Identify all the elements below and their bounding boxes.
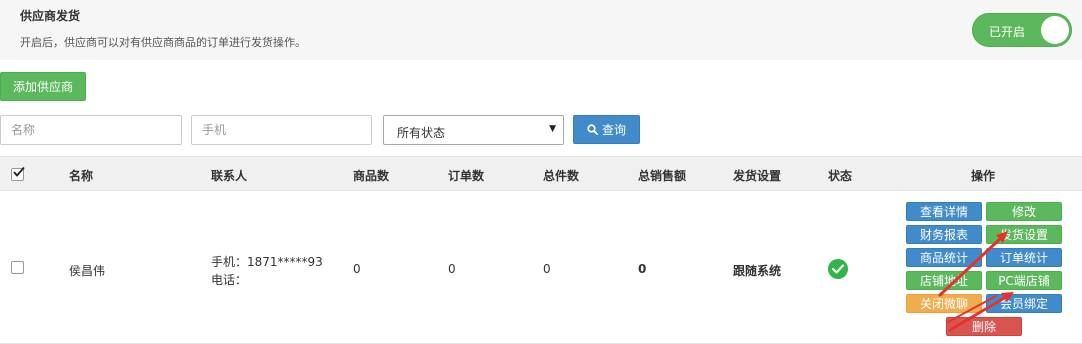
delete-button[interactable]: 删除	[946, 317, 1022, 336]
column-name: 名称	[69, 169, 94, 183]
column-sales: 总销售额	[638, 169, 687, 183]
shipping-toggle[interactable]: 已开启	[972, 13, 1072, 47]
column-shipping: 发货设置	[733, 169, 782, 183]
search-button-label: 查询	[601, 123, 626, 137]
shipping-setting: 跟随系统	[733, 264, 782, 278]
supplier-name: 侯昌伟	[69, 264, 106, 278]
panel-description: 开启后，供应商可以对有供应商商品的订单进行发货操作。	[20, 36, 306, 49]
finance-report-button[interactable]: 财务报表	[906, 225, 982, 244]
toggle-label: 已开启	[989, 25, 1026, 39]
close-chat-button[interactable]: 关闭微聊	[906, 294, 982, 313]
item-count: 0	[543, 262, 551, 276]
edit-button[interactable]: 修改	[986, 202, 1062, 221]
ship-settings-button[interactable]: 发货设置	[986, 225, 1062, 244]
column-orders: 订单数	[448, 169, 485, 183]
order-count: 0	[448, 262, 456, 276]
bind-member-button[interactable]: 会员绑定	[986, 294, 1062, 313]
sales-total: 0	[638, 262, 647, 276]
status-select-value: 所有状态	[397, 126, 446, 140]
table-header: 名称 联系人 商品数 订单数 总件数 总销售额 发货设置 状态 操作	[0, 156, 1082, 191]
pc-store-button[interactable]: PC端店铺	[986, 271, 1062, 290]
contact-tel: 电话：	[211, 273, 248, 287]
contact-phone: 手机：1871*****93	[211, 255, 323, 269]
status-check-icon	[828, 259, 848, 279]
column-contact: 联系人	[211, 169, 248, 183]
supplier-shipping-panel: 供应商发货 开启后，供应商可以对有供应商商品的订单进行发货操作。 已开启	[0, 0, 1082, 60]
order-stats-button[interactable]: 订单统计	[986, 248, 1062, 267]
search-icon	[587, 124, 598, 135]
column-products: 商品数	[353, 169, 390, 183]
column-status: 状态	[828, 169, 853, 183]
product-count: 0	[353, 262, 361, 276]
store-address-button[interactable]: 店铺地址	[906, 271, 982, 290]
chevron-down-icon: ▼	[549, 124, 556, 134]
column-actions: 操作	[971, 169, 996, 183]
select-all-checkbox[interactable]	[11, 166, 25, 181]
panel-title: 供应商发货	[20, 9, 81, 23]
view-details-button[interactable]: 查看详情	[906, 202, 982, 221]
toggle-knob	[1041, 16, 1069, 44]
add-supplier-button[interactable]: 添加供应商	[0, 72, 86, 101]
row-checkbox[interactable]	[11, 261, 24, 274]
status-select[interactable]: 所有状态 ▼	[383, 115, 564, 145]
product-stats-button[interactable]: 商品统计	[906, 248, 982, 267]
column-items: 总件数	[543, 169, 580, 183]
phone-search-input[interactable]	[191, 115, 372, 145]
search-button[interactable]: 查询	[573, 115, 640, 144]
name-search-input[interactable]	[0, 115, 182, 145]
